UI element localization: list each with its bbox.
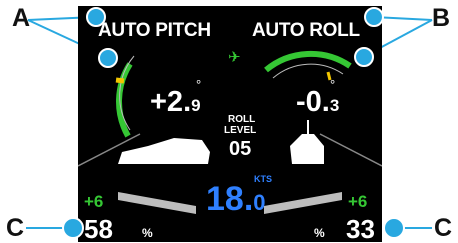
trim-control-display: AUTO PITCH AUTO ROLL ✈ +2.9 ° -0.3 ° ROL…	[78, 6, 382, 242]
right-tab-bar	[264, 192, 342, 214]
callout-marker-c-right	[383, 217, 405, 239]
roll-level-value: 05	[229, 138, 252, 160]
speed-value: 18.0	[206, 180, 266, 218]
right-tab-percent: 33	[346, 214, 375, 242]
right-percent-sign: %	[314, 226, 325, 240]
pitch-indicator	[115, 77, 125, 84]
callout-letter-b: B	[432, 4, 451, 32]
callout-marker-b2	[354, 47, 374, 67]
left-tab-bar	[118, 192, 196, 214]
roll-level-label-2: LEVEL	[224, 125, 257, 136]
left-tab-delta: +6	[84, 192, 104, 211]
callout-marker-a2	[98, 48, 118, 68]
pitch-value: +2.9	[150, 86, 201, 118]
auto-roll-title: AUTO ROLL	[252, 20, 360, 41]
left-percent-sign: %	[142, 226, 153, 240]
pitch-gauge-arc	[116, 62, 133, 138]
left-tab-percent: 58	[84, 214, 113, 242]
roll-level-label-1: ROLL	[228, 114, 256, 125]
satellite-icon: ✈	[228, 49, 241, 66]
boat-side-icon	[118, 138, 210, 164]
callout-letter-c-left: C	[6, 214, 25, 242]
roll-gauge-arc	[264, 50, 352, 73]
callout-marker-b1	[364, 7, 384, 27]
pitch-degree: °	[196, 77, 202, 92]
callout-letter-a: A	[12, 4, 31, 32]
callout-letter-c-right: C	[434, 214, 453, 242]
callout-marker-c-left	[62, 217, 84, 239]
callout-marker-a1	[86, 7, 106, 27]
boat-stern-icon	[290, 134, 324, 164]
auto-pitch-title: AUTO PITCH	[98, 20, 211, 41]
roll-degree: °	[330, 77, 336, 92]
right-tab-delta: +6	[348, 192, 368, 211]
